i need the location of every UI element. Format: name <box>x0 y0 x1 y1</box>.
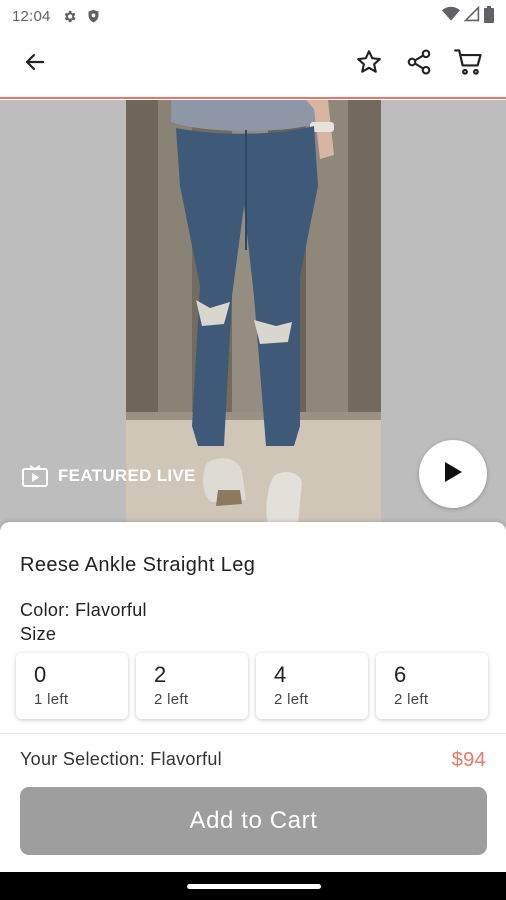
signal-icon <box>463 5 480 26</box>
star-icon <box>355 48 383 81</box>
cart-icon <box>454 48 484 81</box>
size-option-6[interactable]: 6 2 left <box>376 653 488 719</box>
product-title: Reese Ankle Straight Leg <box>20 554 256 576</box>
size-option-0[interactable]: 0 1 left <box>16 653 128 719</box>
battery-icon <box>484 5 494 27</box>
play-video-button[interactable] <box>419 440 487 508</box>
app-bar-actions <box>344 41 494 89</box>
featured-live-badge: FEATURED LIVE <box>22 465 196 487</box>
add-to-cart-button[interactable]: Add to Cart <box>20 787 487 855</box>
share-icon <box>405 48 433 81</box>
status-bar: 12:04 <box>0 0 506 32</box>
play-icon <box>442 460 464 489</box>
size-value: 2 <box>154 662 167 687</box>
shield-icon <box>85 7 103 25</box>
price: $94 <box>451 749 486 771</box>
selection-summary: Your Selection: Flavorful <box>20 749 222 769</box>
product-screen: 12:04 FEATURED LIVE Reese Ankle Straight… <box>0 0 506 900</box>
size-value: 6 <box>394 662 407 687</box>
size-stock: 2 left <box>274 691 309 708</box>
home-gesture-handle[interactable] <box>187 884 321 889</box>
size-option-4[interactable]: 4 2 left <box>256 653 368 719</box>
status-time: 12:04 <box>12 7 51 25</box>
size-value: 0 <box>34 662 47 687</box>
app-bar <box>0 32 506 99</box>
size-stock: 2 left <box>154 691 189 708</box>
product-media[interactable]: FEATURED LIVE <box>0 100 506 530</box>
gear-icon <box>61 7 79 25</box>
size-label: Size <box>20 624 57 644</box>
back-arrow-icon <box>23 50 47 79</box>
status-right-icons <box>442 5 494 27</box>
size-option-2[interactable]: 2 2 left <box>136 653 248 719</box>
featured-live-label: FEATURED LIVE <box>58 466 196 485</box>
size-stock: 1 left <box>34 691 69 708</box>
product-sheet: Reese Ankle Straight Leg Color: Flavorfu… <box>0 522 506 872</box>
divider <box>0 733 506 734</box>
system-nav-bar <box>0 872 506 900</box>
size-value: 4 <box>274 662 287 687</box>
color-label: Color: Flavorful <box>20 600 147 620</box>
size-options: 0 1 left 2 2 left 4 2 left 6 2 left <box>16 653 506 719</box>
back-button[interactable] <box>11 41 59 89</box>
share-button[interactable] <box>394 41 444 89</box>
size-stock: 2 left <box>394 691 429 708</box>
wifi-icon <box>442 6 460 26</box>
cart-button[interactable] <box>444 41 494 89</box>
favorite-button[interactable] <box>344 41 394 89</box>
tv-icon <box>22 465 48 487</box>
